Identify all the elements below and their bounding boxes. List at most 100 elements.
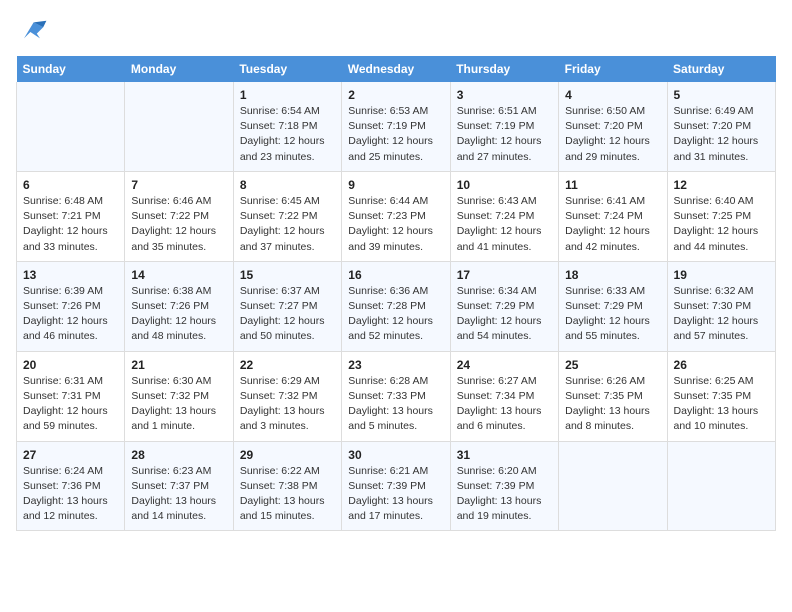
day-number: 9 xyxy=(348,178,443,192)
day-info: Sunrise: 6:51 AMSunset: 7:19 PMDaylight:… xyxy=(457,104,552,165)
day-info: Sunrise: 6:28 AMSunset: 7:33 PMDaylight:… xyxy=(348,374,443,435)
day-number: 8 xyxy=(240,178,335,192)
day-number: 14 xyxy=(131,268,226,282)
calendar-cell: 1 Sunrise: 6:54 AMSunset: 7:18 PMDaylight… xyxy=(233,82,341,171)
col-sunday: Sunday xyxy=(17,56,125,82)
day-number: 18 xyxy=(565,268,660,282)
day-info: Sunrise: 6:48 AMSunset: 7:21 PMDaylight:… xyxy=(23,194,118,255)
day-number: 1 xyxy=(240,88,335,102)
day-number: 3 xyxy=(457,88,552,102)
day-number: 27 xyxy=(23,448,118,462)
day-info: Sunrise: 6:34 AMSunset: 7:29 PMDaylight:… xyxy=(457,284,552,345)
calendar-cell: 30 Sunrise: 6:21 AMSunset: 7:39 PMDayligh… xyxy=(342,441,450,531)
day-number: 16 xyxy=(348,268,443,282)
col-monday: Monday xyxy=(125,56,233,82)
day-info: Sunrise: 6:33 AMSunset: 7:29 PMDaylight:… xyxy=(565,284,660,345)
day-number: 29 xyxy=(240,448,335,462)
day-info: Sunrise: 6:54 AMSunset: 7:18 PMDaylight:… xyxy=(240,104,335,165)
day-number: 31 xyxy=(457,448,552,462)
calendar-cell: 16 Sunrise: 6:36 AMSunset: 7:28 PMDayligh… xyxy=(342,261,450,351)
calendar-cell: 28Sunrise: 6:23 AMSunset: 7:37 PMDayligh… xyxy=(125,441,233,531)
calendar-cell: 6 Sunrise: 6:48 AMSunset: 7:21 PMDaylight… xyxy=(17,171,125,261)
day-info: Sunrise: 6:31 AMSunset: 7:31 PMDaylight:… xyxy=(23,374,118,435)
day-info: Sunrise: 6:22 AMSunset: 7:38 PMDaylight:… xyxy=(240,464,335,525)
day-number: 19 xyxy=(674,268,769,282)
calendar-week-2: 6 Sunrise: 6:48 AMSunset: 7:21 PMDaylight… xyxy=(17,171,776,261)
calendar-cell: 25Sunrise: 6:26 AMSunset: 7:35 PMDayligh… xyxy=(559,351,667,441)
calendar-cell: 15Sunrise: 6:37 AMSunset: 7:27 PMDayligh… xyxy=(233,261,341,351)
day-number: 12 xyxy=(674,178,769,192)
day-info: Sunrise: 6:49 AMSunset: 7:20 PMDaylight:… xyxy=(674,104,769,165)
day-number: 25 xyxy=(565,358,660,372)
day-number: 10 xyxy=(457,178,552,192)
calendar-cell: 5 Sunrise: 6:49 AMSunset: 7:20 PMDaylight… xyxy=(667,82,775,171)
day-info: Sunrise: 6:29 AMSunset: 7:32 PMDaylight:… xyxy=(240,374,335,435)
calendar-cell: 8 Sunrise: 6:45 AMSunset: 7:22 PMDaylight… xyxy=(233,171,341,261)
col-wednesday: Wednesday xyxy=(342,56,450,82)
day-info: Sunrise: 6:38 AMSunset: 7:26 PMDaylight:… xyxy=(131,284,226,345)
page-header xyxy=(16,16,776,44)
calendar-cell: 26 Sunrise: 6:25 AMSunset: 7:35 PMDayligh… xyxy=(667,351,775,441)
day-info: Sunrise: 6:25 AMSunset: 7:35 PMDaylight:… xyxy=(674,374,769,435)
day-number: 13 xyxy=(23,268,118,282)
calendar-cell xyxy=(559,441,667,531)
calendar-table: Sunday Monday Tuesday Wednesday Thursday… xyxy=(16,56,776,531)
calendar-header: Sunday Monday Tuesday Wednesday Thursday… xyxy=(17,56,776,82)
day-info: Sunrise: 6:39 AMSunset: 7:26 PMDaylight:… xyxy=(23,284,118,345)
day-info: Sunrise: 6:30 AMSunset: 7:32 PMDaylight:… xyxy=(131,374,226,435)
calendar-cell: 29 Sunrise: 6:22 AMSunset: 7:38 PMDayligh… xyxy=(233,441,341,531)
calendar-week-3: 13 Sunrise: 6:39 AMSunset: 7:26 PMDayligh… xyxy=(17,261,776,351)
calendar-cell: 14 Sunrise: 6:38 AMSunset: 7:26 PMDayligh… xyxy=(125,261,233,351)
calendar-body: 1 Sunrise: 6:54 AMSunset: 7:18 PMDaylight… xyxy=(17,82,776,531)
day-number: 5 xyxy=(674,88,769,102)
calendar-cell: 24 Sunrise: 6:27 AMSunset: 7:34 PMDayligh… xyxy=(450,351,558,441)
day-number: 26 xyxy=(674,358,769,372)
day-info: Sunrise: 6:41 AMSunset: 7:24 PMDaylight:… xyxy=(565,194,660,255)
calendar-cell xyxy=(667,441,775,531)
day-info: Sunrise: 6:36 AMSunset: 7:28 PMDaylight:… xyxy=(348,284,443,345)
day-number: 28 xyxy=(131,448,226,462)
day-info: Sunrise: 6:37 AMSunset: 7:27 PMDaylight:… xyxy=(240,284,335,345)
calendar-cell: 12 Sunrise: 6:40 AMSunset: 7:25 PMDayligh… xyxy=(667,171,775,261)
calendar-cell: 20 Sunrise: 6:31 AMSunset: 7:31 PMDayligh… xyxy=(17,351,125,441)
day-number: 24 xyxy=(457,358,552,372)
day-number: 17 xyxy=(457,268,552,282)
col-tuesday: Tuesday xyxy=(233,56,341,82)
calendar-cell: 23 Sunrise: 6:28 AMSunset: 7:33 PMDayligh… xyxy=(342,351,450,441)
day-info: Sunrise: 6:45 AMSunset: 7:22 PMDaylight:… xyxy=(240,194,335,255)
calendar-week-5: 27 Sunrise: 6:24 AMSunset: 7:36 PMDayligh… xyxy=(17,441,776,531)
day-info: Sunrise: 6:20 AMSunset: 7:39 PMDaylight:… xyxy=(457,464,552,525)
day-number: 7 xyxy=(131,178,226,192)
day-number: 20 xyxy=(23,358,118,372)
calendar-cell: 7Sunrise: 6:46 AMSunset: 7:22 PMDaylight… xyxy=(125,171,233,261)
day-number: 23 xyxy=(348,358,443,372)
calendar-cell: 13 Sunrise: 6:39 AMSunset: 7:26 PMDayligh… xyxy=(17,261,125,351)
day-number: 2 xyxy=(348,88,443,102)
calendar-cell: 19Sunrise: 6:32 AMSunset: 7:30 PMDayligh… xyxy=(667,261,775,351)
day-info: Sunrise: 6:27 AMSunset: 7:34 PMDaylight:… xyxy=(457,374,552,435)
calendar-cell: 31 Sunrise: 6:20 AMSunset: 7:39 PMDayligh… xyxy=(450,441,558,531)
day-number: 6 xyxy=(23,178,118,192)
calendar-cell xyxy=(125,82,233,171)
header-row: Sunday Monday Tuesday Wednesday Thursday… xyxy=(17,56,776,82)
day-info: Sunrise: 6:21 AMSunset: 7:39 PMDaylight:… xyxy=(348,464,443,525)
calendar-cell: 2 Sunrise: 6:53 AMSunset: 7:19 PMDaylight… xyxy=(342,82,450,171)
calendar-cell: 18 Sunrise: 6:33 AMSunset: 7:29 PMDayligh… xyxy=(559,261,667,351)
logo xyxy=(16,16,52,44)
calendar-cell: 9Sunrise: 6:44 AMSunset: 7:23 PMDaylight… xyxy=(342,171,450,261)
day-info: Sunrise: 6:24 AMSunset: 7:36 PMDaylight:… xyxy=(23,464,118,525)
calendar-cell: 21 Sunrise: 6:30 AMSunset: 7:32 PMDayligh… xyxy=(125,351,233,441)
calendar-cell: 27 Sunrise: 6:24 AMSunset: 7:36 PMDayligh… xyxy=(17,441,125,531)
calendar-cell: 17 Sunrise: 6:34 AMSunset: 7:29 PMDayligh… xyxy=(450,261,558,351)
day-info: Sunrise: 6:53 AMSunset: 7:19 PMDaylight:… xyxy=(348,104,443,165)
day-info: Sunrise: 6:50 AMSunset: 7:20 PMDaylight:… xyxy=(565,104,660,165)
calendar-cell: 4 Sunrise: 6:50 AMSunset: 7:20 PMDaylight… xyxy=(559,82,667,171)
day-number: 30 xyxy=(348,448,443,462)
calendar-cell xyxy=(17,82,125,171)
day-number: 21 xyxy=(131,358,226,372)
day-number: 4 xyxy=(565,88,660,102)
col-saturday: Saturday xyxy=(667,56,775,82)
day-info: Sunrise: 6:40 AMSunset: 7:25 PMDaylight:… xyxy=(674,194,769,255)
day-number: 11 xyxy=(565,178,660,192)
day-info: Sunrise: 6:43 AMSunset: 7:24 PMDaylight:… xyxy=(457,194,552,255)
